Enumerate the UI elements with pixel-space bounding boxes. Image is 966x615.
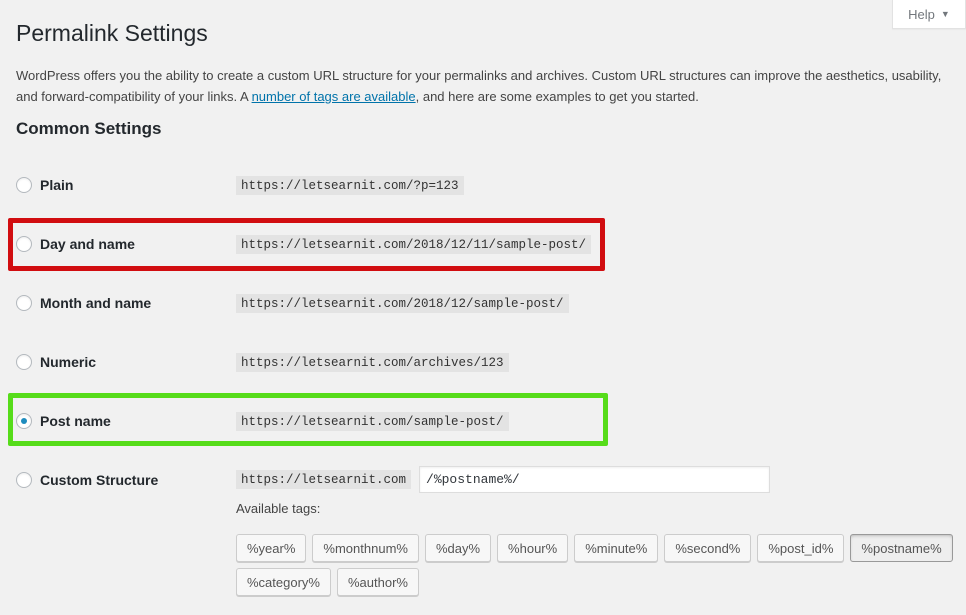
intro-text: WordPress offers you the ability to crea… bbox=[16, 65, 956, 107]
option-label: Post name bbox=[40, 413, 111, 429]
help-label: Help bbox=[908, 6, 935, 22]
tag-button-hour[interactable]: %hour% bbox=[497, 534, 569, 562]
custom-structure-prefix: https://letsearnit.com bbox=[236, 470, 412, 489]
option-post-name[interactable]: Post name https://letsearnit.com/sample-… bbox=[16, 410, 509, 432]
available-tags-label: Available tags: bbox=[236, 501, 321, 516]
option-label: Month and name bbox=[40, 295, 152, 311]
radio-day-and-name[interactable] bbox=[16, 236, 32, 252]
example-url: https://letsearnit.com/?p=123 bbox=[236, 175, 464, 195]
section-title: Common Settings bbox=[16, 119, 162, 138]
intro-text-part: , and here are some examples to get you … bbox=[415, 89, 699, 104]
example-url: https://letsearnit.com/sample-post/ bbox=[236, 411, 509, 431]
option-custom-structure[interactable]: Custom Structure https://letsearnit.com bbox=[16, 466, 771, 493]
tag-button-year[interactable]: %year% bbox=[236, 534, 307, 562]
example-url: https://letsearnit.com/2018/12/11/sample… bbox=[236, 234, 592, 254]
tag-button-day[interactable]: %day% bbox=[424, 534, 492, 562]
option-plain[interactable]: Plain https://letsearnit.com/?p=123 bbox=[16, 174, 464, 196]
radio-post-name[interactable] bbox=[16, 413, 32, 429]
radio-month-and-name[interactable] bbox=[16, 295, 32, 311]
available-tags-list: %year% %monthnum% %day% %hour% %minute% … bbox=[236, 534, 956, 596]
help-tab-button[interactable]: Help ▼ bbox=[892, 0, 966, 29]
example-url: https://letsearnit.com/2018/12/sample-po… bbox=[236, 293, 569, 313]
tag-button-monthnum[interactable]: %monthnum% bbox=[312, 534, 419, 562]
tag-button-minute[interactable]: %minute% bbox=[574, 534, 659, 562]
tag-button-post-id[interactable]: %post_id% bbox=[757, 534, 845, 562]
option-label: Day and name bbox=[40, 236, 135, 252]
example-url: https://letsearnit.com/archives/123 bbox=[236, 352, 509, 372]
option-label: Numeric bbox=[40, 354, 97, 370]
option-month-and-name[interactable]: Month and name https://letsearnit.com/20… bbox=[16, 292, 569, 314]
radio-custom-structure[interactable] bbox=[16, 471, 32, 488]
tag-button-second[interactable]: %second% bbox=[664, 534, 752, 562]
custom-structure-input[interactable] bbox=[419, 466, 771, 493]
option-label: Custom Structure bbox=[40, 471, 159, 488]
option-numeric[interactable]: Numeric https://letsearnit.com/archives/… bbox=[16, 351, 509, 373]
tag-button-postname[interactable]: %postname% bbox=[850, 534, 953, 562]
caret-down-icon: ▼ bbox=[940, 9, 950, 19]
radio-numeric[interactable] bbox=[16, 354, 32, 370]
tag-button-author[interactable]: %author% bbox=[336, 568, 419, 596]
page-title: Permalink Settings bbox=[16, 20, 208, 46]
radio-plain[interactable] bbox=[16, 177, 32, 193]
option-label: Plain bbox=[40, 177, 74, 193]
available-tags-link[interactable]: number of tags are available bbox=[252, 89, 416, 104]
option-day-and-name[interactable]: Day and name https://letsearnit.com/2018… bbox=[16, 233, 592, 255]
tag-button-category[interactable]: %category% bbox=[236, 568, 331, 596]
